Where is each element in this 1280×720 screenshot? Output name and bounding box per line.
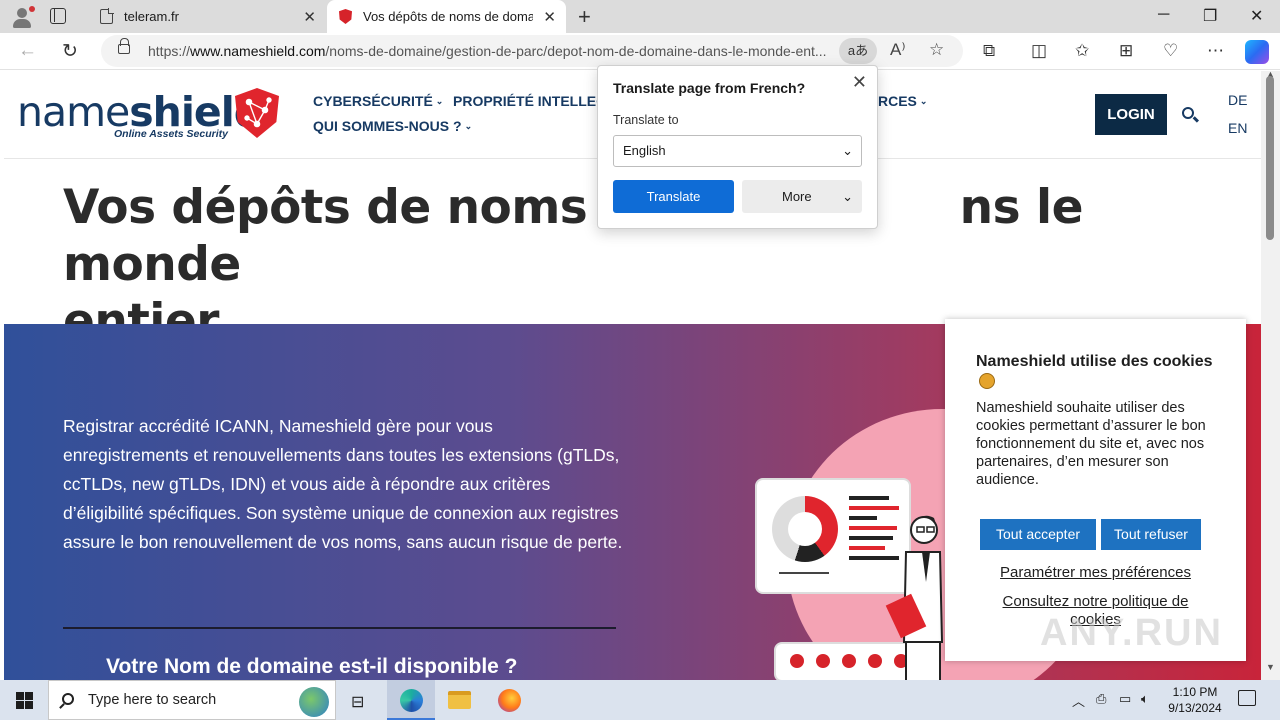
cookie-title: Nameshield utilise des cookies [976,351,1216,393]
notification-icon[interactable] [1238,690,1256,706]
tray-device-icon[interactable]: ⎙ [1096,691,1106,707]
tab-actions-icon[interactable] [50,8,66,24]
firefox-icon [498,689,521,712]
tab-strip: teleram.fr ✕ Vos dépôts de noms de domai… [0,0,1280,33]
lang-en-link[interactable]: EN [1228,120,1247,136]
extensions-icon[interactable]: ⧉ [983,41,995,61]
donut-chart-graphic [772,496,838,562]
profile-icon[interactable] [10,5,35,29]
accept-all-button[interactable]: Tout accepter [980,519,1096,550]
scroll-down-icon[interactable]: ▼ [1266,662,1275,672]
read-aloud-icon[interactable]: A⁾ [890,40,906,60]
cookie-emoji-icon [979,373,995,389]
menu-cybersecurite[interactable]: CYBERSÉCURITÉ ⌄ [313,93,443,109]
taskbar-search-placeholder: Type here to search [88,692,217,708]
volume-icon[interactable]: 🔈︎ [1141,691,1149,707]
system-clock[interactable]: 1:10 PM 9/13/2024 [1160,684,1230,716]
page-scrollbar[interactable]: ▲ ▼ [1261,69,1280,680]
split-screen-icon[interactable]: ◫ [1031,41,1047,61]
favorites-icon[interactable]: ✩ [1075,41,1089,61]
tab-close-icon[interactable]: ✕ [303,8,316,26]
logo-tagline: Online Assets Security [114,128,228,140]
browser-essentials-icon[interactable]: ♡ [1163,41,1178,61]
lang-de-link[interactable]: DE [1228,92,1247,108]
menu-qui-sommes-nous[interactable]: QUI SOMMES-NOUS ? ⌄ [313,118,472,134]
window-close-button[interactable]: ✕ [1250,6,1263,26]
hero-divider [63,627,616,629]
copilot-icon[interactable] [1245,40,1269,64]
network-icon[interactable]: ▭ [1119,691,1131,707]
collections-icon[interactable]: ⊞ [1119,41,1133,61]
folder-icon [448,691,471,709]
translate-icon[interactable]: aあ [839,38,877,64]
nameshield-favicon-icon [339,9,352,24]
tray-overflow-icon[interactable]: ︿ [1072,691,1085,710]
tab-title: teleram.fr [124,9,179,24]
more-options-button[interactable]: More ⌄ [742,180,862,213]
taskbar-firefox[interactable] [485,680,533,720]
refuse-all-button[interactable]: Tout refuser [1101,519,1201,550]
cookie-body: Nameshield souhaite utiliser des cookies… [976,400,1206,488]
taskbar-edge[interactable] [387,680,435,720]
new-tab-button[interactable]: + [578,4,591,30]
translate-button[interactable]: Translate [613,180,734,213]
reload-button[interactable]: ↻ [62,40,78,63]
tab-close-icon[interactable]: ✕ [543,8,556,26]
hero-description: Registrar accrédité ICANN, Nameshield gè… [63,416,623,552]
settings-more-icon[interactable]: ⋯ [1207,41,1224,61]
task-view-icon[interactable]: ⊟ [351,692,364,712]
menu-ressources[interactable]: RCES ⌄ [878,93,927,109]
chevron-down-icon: ⌄ [842,143,853,158]
anyrun-watermark: ANY.RUN [1040,612,1223,654]
tab-nameshield[interactable]: Vos dépôts de noms de domaine ✕ [327,0,566,33]
tab-teleram[interactable]: teleram.fr ✕ [88,0,326,33]
edge-icon [400,689,423,712]
url-text[interactable]: https://www.nameshield.com/noms-de-domai… [148,43,841,59]
minimize-button[interactable]: ─ [1158,6,1169,24]
search-icon [62,693,74,705]
login-button[interactable]: LOGIN [1095,94,1167,135]
scrollbar-thumb[interactable] [1266,76,1274,240]
translate-to-label: Translate to [613,113,679,127]
nameshield-logo[interactable]: nameshield Online Assets Security [17,88,287,148]
target-language-select[interactable]: English ⌄ [613,135,862,167]
chevron-down-icon: ⌄ [842,189,853,204]
favorite-star-icon[interactable]: ☆ [929,40,944,60]
search-icon[interactable] [1182,107,1194,119]
menu-propriete-intellectuelle[interactable]: PROPRIÉTÉ INTELLECT [453,93,615,109]
tab-title: Vos dépôts de noms de domaine [363,9,533,24]
translate-close-icon[interactable]: ✕ [852,72,867,93]
translate-popup-title: Translate page from French? [613,80,806,96]
address-bar[interactable]: https://www.nameshield.com/noms-de-domai… [101,35,963,67]
cookie-preferences-link[interactable]: Paramétrer mes préférences [945,564,1246,581]
windows-start-icon[interactable] [16,692,33,709]
page-icon [100,8,114,24]
taskbar-search-box[interactable]: Type here to search [48,680,336,720]
cookie-consent-panel: Nameshield utilise des cookies Nameshiel… [945,319,1246,661]
taskbar-file-explorer[interactable] [435,680,483,720]
lock-icon[interactable] [118,38,130,54]
domain-availability-heading: Votre Nom de domaine est-il disponible ? [106,655,518,678]
taskbar: Type here to search ⊟ ︿ ⎙ ▭ 🔈︎ 1:10 PM 9… [0,680,1280,720]
back-button[interactable]: ← [18,40,37,62]
search-highlights-icon[interactable] [299,687,329,717]
maximize-button[interactable]: ❐ [1203,6,1217,26]
person-illustration [885,515,944,680]
translate-popup: Translate page from French? ✕ Translate … [597,65,878,229]
